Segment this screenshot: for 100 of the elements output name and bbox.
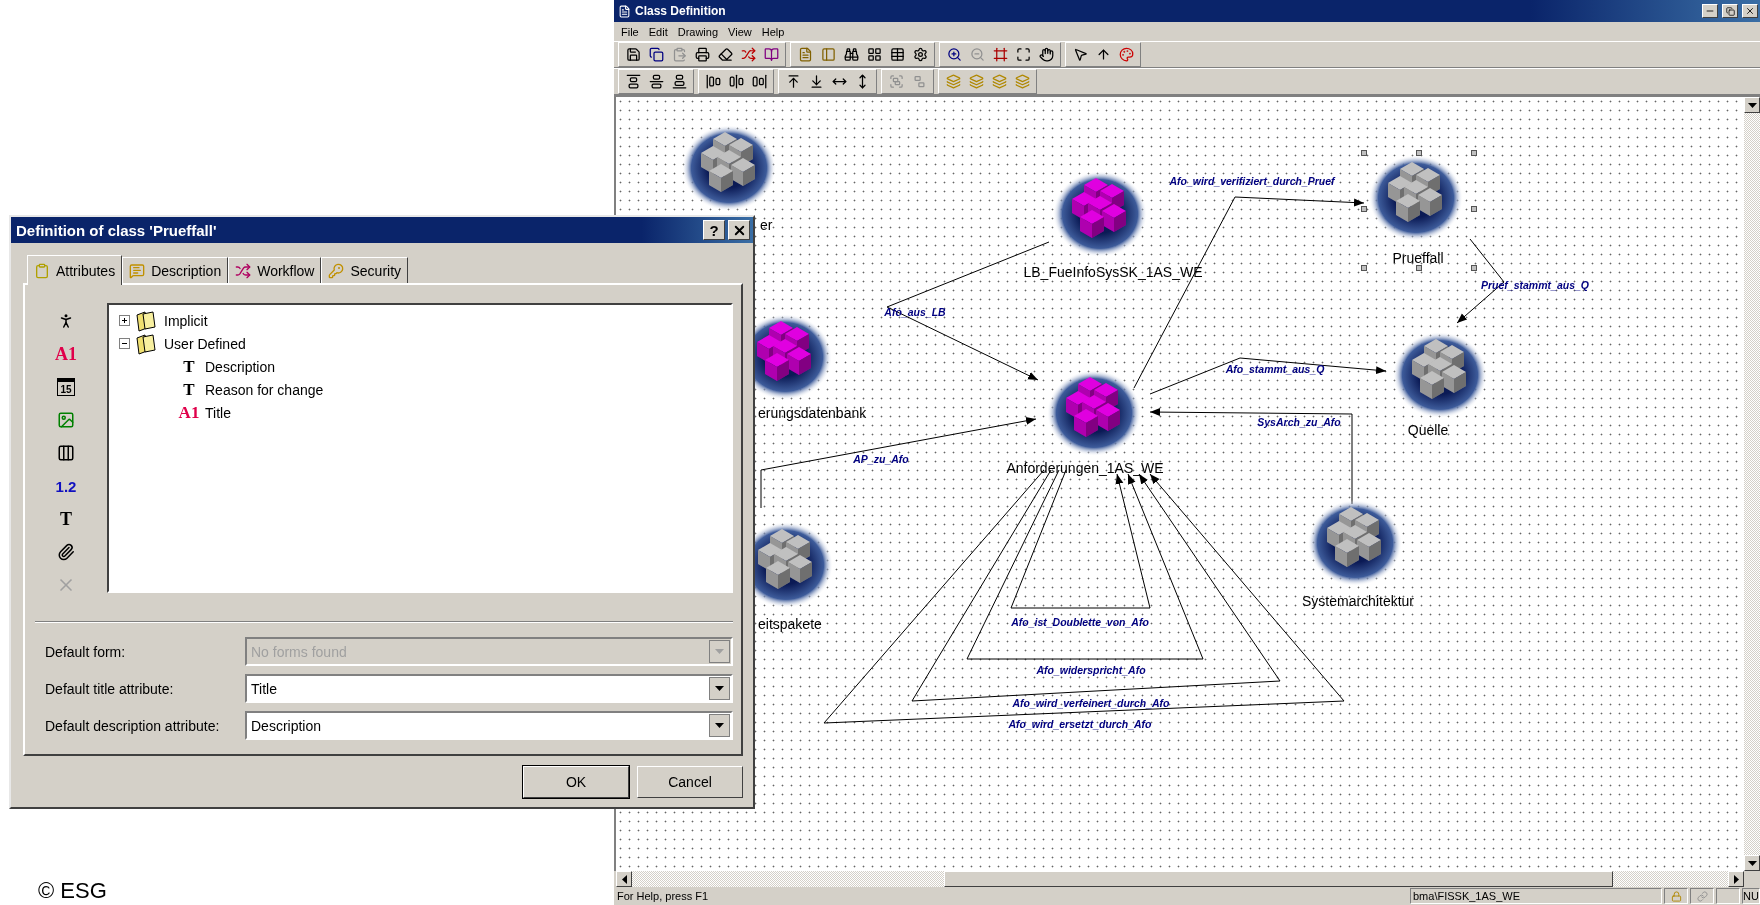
dialog-tab[interactable]: Workflow [228,257,322,283]
restore-button[interactable] [1722,4,1738,18]
dropdown-field[interactable]: Description [245,711,733,740]
dialog-tab[interactable]: Description [122,257,229,283]
title-attribute-icon: A1 [177,402,201,423]
selection-handle[interactable] [1471,206,1477,212]
align-center-icon [728,74,744,89]
minimize-button[interactable] [1702,4,1718,18]
help-button[interactable]: ? [703,220,725,240]
left-arrow-icon [621,874,627,884]
dropdown-field[interactable]: Title [245,674,733,703]
grid-icon [866,47,882,62]
cubes-icon[interactable] [1392,331,1488,419]
cubes-icon[interactable] [1307,499,1403,587]
save-icon [625,47,641,62]
menu-item[interactable]: Help [756,25,790,38]
layers-icon [968,74,984,89]
menu-item[interactable]: View [723,25,757,38]
paste-icon [671,47,687,62]
dialog-button[interactable]: Cancel [637,766,743,798]
field-label: Default title attribute: [45,680,175,697]
dialog-title: Definition of class 'Prueffall' [16,221,218,239]
menu-item[interactable]: File [616,25,644,38]
text-attribute-button[interactable]: T [53,505,79,533]
menu-item[interactable]: Edit [643,25,673,38]
hand-icon [1038,47,1054,62]
class-label: Systemarchitektur [1302,593,1414,609]
connector-label: Afo_widerspricht_Afo [1036,664,1146,676]
selection-handle[interactable] [1416,150,1422,156]
cubes-icon[interactable] [1052,170,1148,258]
class-label: Anforderungen_1AS_WE [1006,460,1164,476]
cubes-icon[interactable] [681,124,777,212]
group-icon [888,74,904,89]
zoom-out-icon [969,47,985,62]
selection-handle[interactable] [1471,150,1477,156]
panel-icon [820,47,836,62]
lock-icon [1670,890,1682,902]
status-panel [1716,888,1740,904]
text-attribute-icon: T [177,379,201,400]
expand-icon[interactable] [119,315,130,326]
date-attribute-button[interactable]: 15 [53,373,79,401]
cubes-icon[interactable] [1046,369,1142,457]
picture-icon [57,411,75,429]
scroll-up-button[interactable] [1744,97,1760,113]
field-label: Default description attribute: [45,717,221,734]
number-attribute-button[interactable]: 1.2 [53,472,79,500]
connector-label: Afo_wird_verifiziert_durch_Pruef [1169,175,1335,187]
tab-icon [328,262,345,279]
layers-icon [1014,74,1030,89]
tree-item[interactable]: User Defined [164,335,246,352]
paperclip-icon [57,543,75,561]
selection-handle[interactable] [1416,265,1422,271]
tree-item[interactable]: Title [205,404,231,421]
field-label: Default form: [45,643,127,660]
dialog-tab[interactable]: Security [321,257,409,283]
scroll-down-button[interactable] [1744,855,1760,871]
tree-item[interactable]: Implicit [164,312,208,329]
shuffle-icon [740,47,756,62]
binoculars-icon [843,47,859,62]
table-icon [889,47,905,62]
connector-label: Afo_stammt_aus_Q [1225,363,1325,375]
dialog-tab[interactable]: Attributes [27,255,123,285]
collapse-icon[interactable] [119,338,130,349]
align-bottom-icon [671,74,687,89]
class-label: eitspakete [758,616,822,632]
menu-item[interactable]: Drawing [672,25,724,38]
selection-handle[interactable] [1361,206,1367,212]
columns-icon [57,444,75,462]
scroll-right-button[interactable] [1728,871,1744,887]
app-icon [618,4,631,18]
connector-label: Afo_ist_Doublette_von_Afo [1011,616,1149,628]
window-title: Class Definition [635,4,727,18]
selection-handle[interactable] [1361,265,1367,271]
scroll-left-button[interactable] [616,871,632,887]
status-message: For Help, press F1 [617,890,710,902]
tree-item[interactable]: Description [205,358,276,375]
book-icon [763,47,779,62]
connector-label: SysArch_zu_Afo [1257,416,1341,428]
text-attribute-icon: T [177,356,201,377]
align-right-icon [751,74,767,89]
tab-icon [235,262,252,279]
pointer-icon [1072,47,1088,62]
class-label: er [760,217,773,233]
selection-handle[interactable] [1361,150,1367,156]
dialog-button[interactable]: OK [523,766,629,798]
align-top-icon [625,74,641,89]
fit-icon [1015,47,1031,62]
tree-item[interactable]: Reason for change [205,381,324,398]
cubes-icon[interactable] [1368,154,1464,242]
vertical-scrollbar[interactable] [1744,97,1760,871]
zoom-in-icon [946,47,962,62]
print-icon [694,47,710,62]
layers-icon [945,74,961,89]
connector-label: Afo_wird_verfeinert_durch_Afo [1012,697,1170,709]
selection-handle[interactable] [1471,265,1477,271]
align-middle-icon [648,74,664,89]
close-button[interactable] [1742,4,1758,18]
close-button[interactable] [728,220,750,240]
class-label: Quelle [1407,422,1449,438]
palette-icon [1118,47,1134,62]
